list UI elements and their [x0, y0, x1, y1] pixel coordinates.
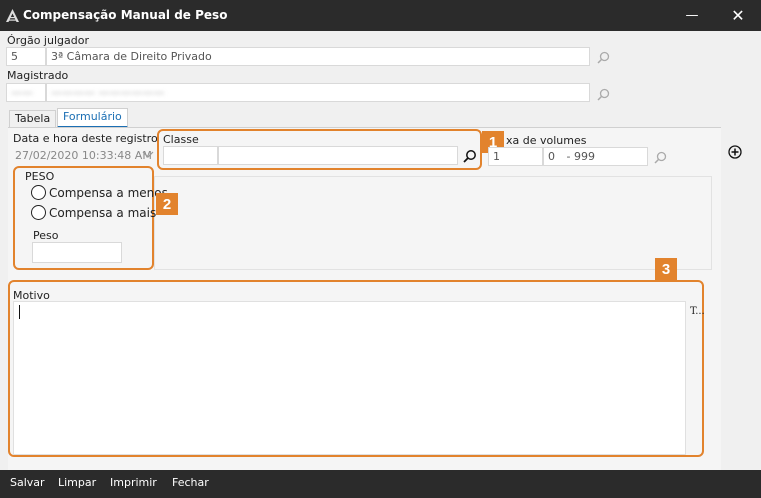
radio-compensa-menos-label: Compensa a menos	[49, 186, 168, 200]
close-button[interactable]: ✕	[718, 0, 758, 31]
volumes-to-field[interactable]: 0 - 999	[543, 147, 648, 166]
volumes-label: xa de volumes	[506, 134, 587, 147]
text-cursor	[19, 305, 20, 319]
datetime-label: Data e hora deste registro	[13, 132, 158, 145]
minimize-button[interactable]: —	[672, 0, 712, 31]
orgao-search-icon[interactable]	[596, 50, 610, 64]
imprimir-button[interactable]: Imprimir	[110, 476, 157, 489]
salvar-button[interactable]: Salvar	[10, 476, 45, 489]
app-logo-icon	[6, 9, 19, 25]
tab-formulario[interactable]: Formulário	[57, 108, 128, 128]
volumes-search-icon[interactable]	[653, 150, 667, 164]
tab-tabela[interactable]: Tabela	[9, 110, 57, 128]
limpar-button[interactable]: Limpar	[58, 476, 96, 489]
magistrado-label: Magistrado	[7, 69, 69, 82]
radio-compensa-mais-label: Compensa a mais	[49, 206, 157, 220]
orgao-code-field[interactable]: 5	[6, 47, 46, 66]
annotation-badge-2: 2	[156, 193, 178, 215]
minimize-icon: —	[685, 8, 699, 23]
datetime-value[interactable]: 27/02/2020 10:33:48 AM	[15, 149, 152, 162]
peso-label: Peso	[33, 229, 59, 242]
peso-group-label: PESO	[25, 170, 55, 183]
classe-label: Classe	[163, 133, 199, 146]
motivo-format-button[interactable]: T...	[690, 306, 705, 317]
volumes-from-field[interactable]: 1	[488, 147, 543, 166]
classe-name-field[interactable]	[218, 146, 458, 165]
fechar-button[interactable]: Fechar	[172, 476, 209, 489]
window-title: Compensação Manual de Peso	[23, 8, 228, 22]
peso-right-area	[154, 176, 712, 270]
magistrado-code-field[interactable]: ——	[6, 83, 46, 102]
classe-search-icon[interactable]	[463, 149, 477, 163]
magistrado-name-value: ———— ——————	[51, 86, 165, 99]
motivo-textarea[interactable]	[13, 301, 686, 455]
radio-compensa-mais[interactable]	[31, 205, 46, 220]
orgao-name-field[interactable]: 3ª Câmara de Direito Privado	[46, 47, 590, 66]
peso-field[interactable]	[32, 242, 122, 263]
magistrado-code-value: ——	[11, 86, 33, 99]
magistrado-search-icon[interactable]	[596, 87, 610, 101]
classe-code-field[interactable]	[163, 146, 218, 165]
volumes-to-suffix: - 999	[566, 150, 595, 163]
radio-compensa-menos[interactable]	[31, 185, 46, 200]
close-icon: ✕	[731, 6, 745, 25]
orgao-label: Órgão julgador	[7, 34, 89, 47]
add-circle-icon[interactable]	[728, 145, 742, 162]
footer-bar: Salvar Limpar Imprimir Fechar	[0, 470, 761, 498]
annotation-badge-3: 3	[655, 258, 677, 280]
volumes-to-value: 0	[548, 150, 555, 163]
chevron-down-icon[interactable]	[142, 149, 154, 162]
title-bar: Compensação Manual de Peso — ✕	[0, 0, 761, 31]
magistrado-name-field[interactable]: ———— ——————	[46, 83, 590, 102]
